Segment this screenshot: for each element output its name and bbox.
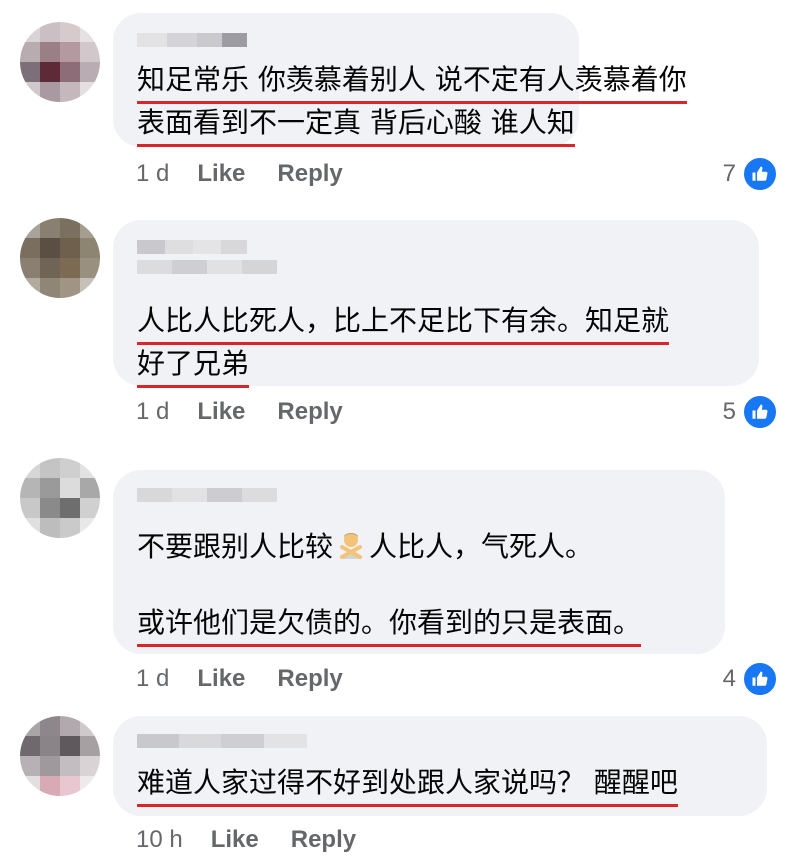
reply-link[interactable]: Reply <box>277 665 342 692</box>
blurred-author-name[interactable] <box>137 488 277 502</box>
reaction-summary[interactable]: 7 <box>723 156 778 192</box>
thumbs-up-icon <box>742 394 778 430</box>
comment-meta: 1 d Like Reply <box>136 398 375 426</box>
person-gesturing-no-icon <box>335 529 367 561</box>
reply-link[interactable]: Reply <box>277 398 342 425</box>
reaction-summary[interactable]: 4 <box>723 661 778 697</box>
timestamp[interactable]: 1 d <box>136 398 169 425</box>
blurred-author-name[interactable] <box>137 240 247 254</box>
comment-bubble: 难道人家过得不好到处跟人家说吗？ 醒醒吧 <box>113 716 767 816</box>
blurred-author-name[interactable] <box>137 260 277 274</box>
reaction-count: 5 <box>722 398 736 425</box>
comment-meta: 10 h Like Reply <box>136 826 388 854</box>
comment-line: 人比人比死人，比上不足比下有余。知足就 <box>137 302 670 345</box>
avatar[interactable] <box>20 218 100 298</box>
comment-line: 人比人，气死人。 <box>369 530 594 563</box>
like-link[interactable]: Like <box>197 398 245 425</box>
like-link[interactable]: Like <box>197 160 245 187</box>
comment-line: 知足常乐 你羡慕着别人 说不定有人羡慕着你 <box>137 61 687 104</box>
avatar[interactable] <box>20 458 100 538</box>
comment-text: 知足常乐 你羡慕着别人 说不定有人羡慕着你 表面看到不一定真 背后心酸 谁人知 <box>137 61 687 147</box>
avatar[interactable] <box>20 716 100 796</box>
reaction-count: 4 <box>722 665 736 692</box>
comment-line: 好了兄弟 <box>137 345 250 388</box>
reaction-summary[interactable]: 5 <box>723 394 778 430</box>
thumbs-up-icon <box>742 661 778 697</box>
comment-bubble: 知足常乐 你羡慕着别人 说不定有人羡慕着你 表面看到不一定真 背后心酸 谁人知 <box>113 13 687 147</box>
like-link[interactable]: Like <box>211 826 259 853</box>
comment-meta: 1 d Like Reply <box>136 665 375 693</box>
avatar[interactable] <box>20 22 100 102</box>
reaction-count: 7 <box>722 160 736 187</box>
reply-link[interactable]: Reply <box>291 826 356 853</box>
comment-bubble: 人比人比死人，比上不足比下有余。知足就 好了兄弟 <box>113 220 759 388</box>
comment-line: 不要跟别人比较 <box>137 530 334 563</box>
like-link[interactable]: Like <box>197 665 245 692</box>
blurred-author-name[interactable] <box>137 33 247 47</box>
comment-text: 人比人比死人，比上不足比下有余。知足就 好了兄弟 <box>137 302 670 388</box>
thumbs-up-icon <box>742 156 778 192</box>
comment-meta: 1 d Like Reply <box>136 160 375 188</box>
blurred-author-name[interactable] <box>137 734 307 748</box>
comment-line: 难道人家过得不好到处跟人家说吗？ 醒醒吧 <box>137 764 678 807</box>
comment-text: 不要跟别人比较 人比人，气死人。 或许他们是欠债的。你看到的只是表面。 <box>137 528 642 647</box>
comment-text: 难道人家过得不好到处跟人家说吗？ 醒醒吧 <box>137 764 678 807</box>
timestamp[interactable]: 1 d <box>136 665 169 692</box>
comment-line: 表面看到不一定真 背后心酸 谁人知 <box>137 104 575 147</box>
comment-bubble: 不要跟别人比较 人比人，气死人。 或许他们是欠债的。你看到的只是表面。 <box>113 470 725 654</box>
comment-line: 或许他们是欠债的。你看到的只是表面。 <box>137 604 642 647</box>
reply-link[interactable]: Reply <box>277 160 342 187</box>
timestamp[interactable]: 1 d <box>136 160 169 187</box>
timestamp[interactable]: 10 h <box>136 826 183 853</box>
